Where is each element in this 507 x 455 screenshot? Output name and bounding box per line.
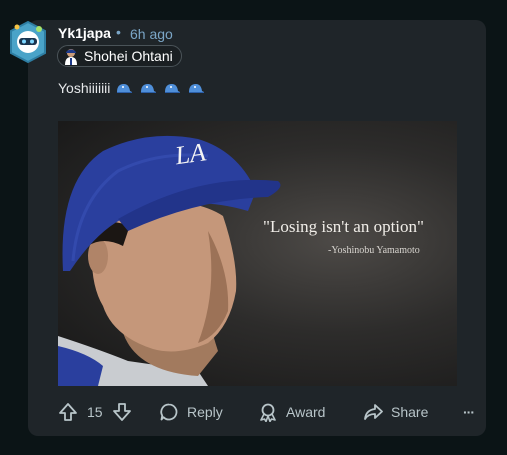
attached-image[interactable]: LA "Losing isn't an option" -Yoshinobu Y… <box>58 121 457 386</box>
user-flair: Shohei Ohtani <box>57 45 182 67</box>
baseball-cap-icon <box>189 84 205 93</box>
action-bar: 15 Reply Award Share ··· <box>58 397 488 427</box>
share-label: Share <box>391 404 429 420</box>
flair-label: Shohei Ohtani <box>84 48 173 64</box>
speech-bubble-icon <box>160 403 178 421</box>
comment-body: Yoshiiiiiii <box>58 80 205 96</box>
share-arrow-icon <box>364 404 383 420</box>
player-avatar-icon <box>65 49 77 65</box>
username[interactable]: Yk1japa <box>58 25 111 41</box>
quote-attribution: -Yoshinobu Yamamoto <box>328 245 420 256</box>
vote-count: 15 <box>87 404 103 420</box>
award-ribbon-icon <box>260 403 276 422</box>
reply-button[interactable]: Reply <box>159 397 223 427</box>
upvote-icon[interactable] <box>58 402 78 422</box>
award-button[interactable]: Award <box>258 397 325 427</box>
baseball-cap-icon <box>117 84 133 93</box>
cap-logo: LA <box>172 137 207 170</box>
baseball-cap-icon <box>165 84 181 93</box>
cap-emojis <box>115 82 205 94</box>
award-label: Award <box>286 404 326 420</box>
downvote-icon[interactable] <box>112 402 132 422</box>
comment-text: Yoshiiiiiii <box>58 80 111 96</box>
quote-text: "Losing isn't an option" <box>263 217 424 236</box>
more-options-button[interactable]: ··· <box>463 397 475 427</box>
share-button[interactable]: Share <box>363 397 428 427</box>
avatar[interactable] <box>8 20 48 64</box>
reply-label: Reply <box>187 404 223 420</box>
separator-dot: • <box>116 24 121 40</box>
baseball-cap-icon <box>141 84 157 93</box>
timestamp[interactable]: 6h ago <box>130 26 173 42</box>
